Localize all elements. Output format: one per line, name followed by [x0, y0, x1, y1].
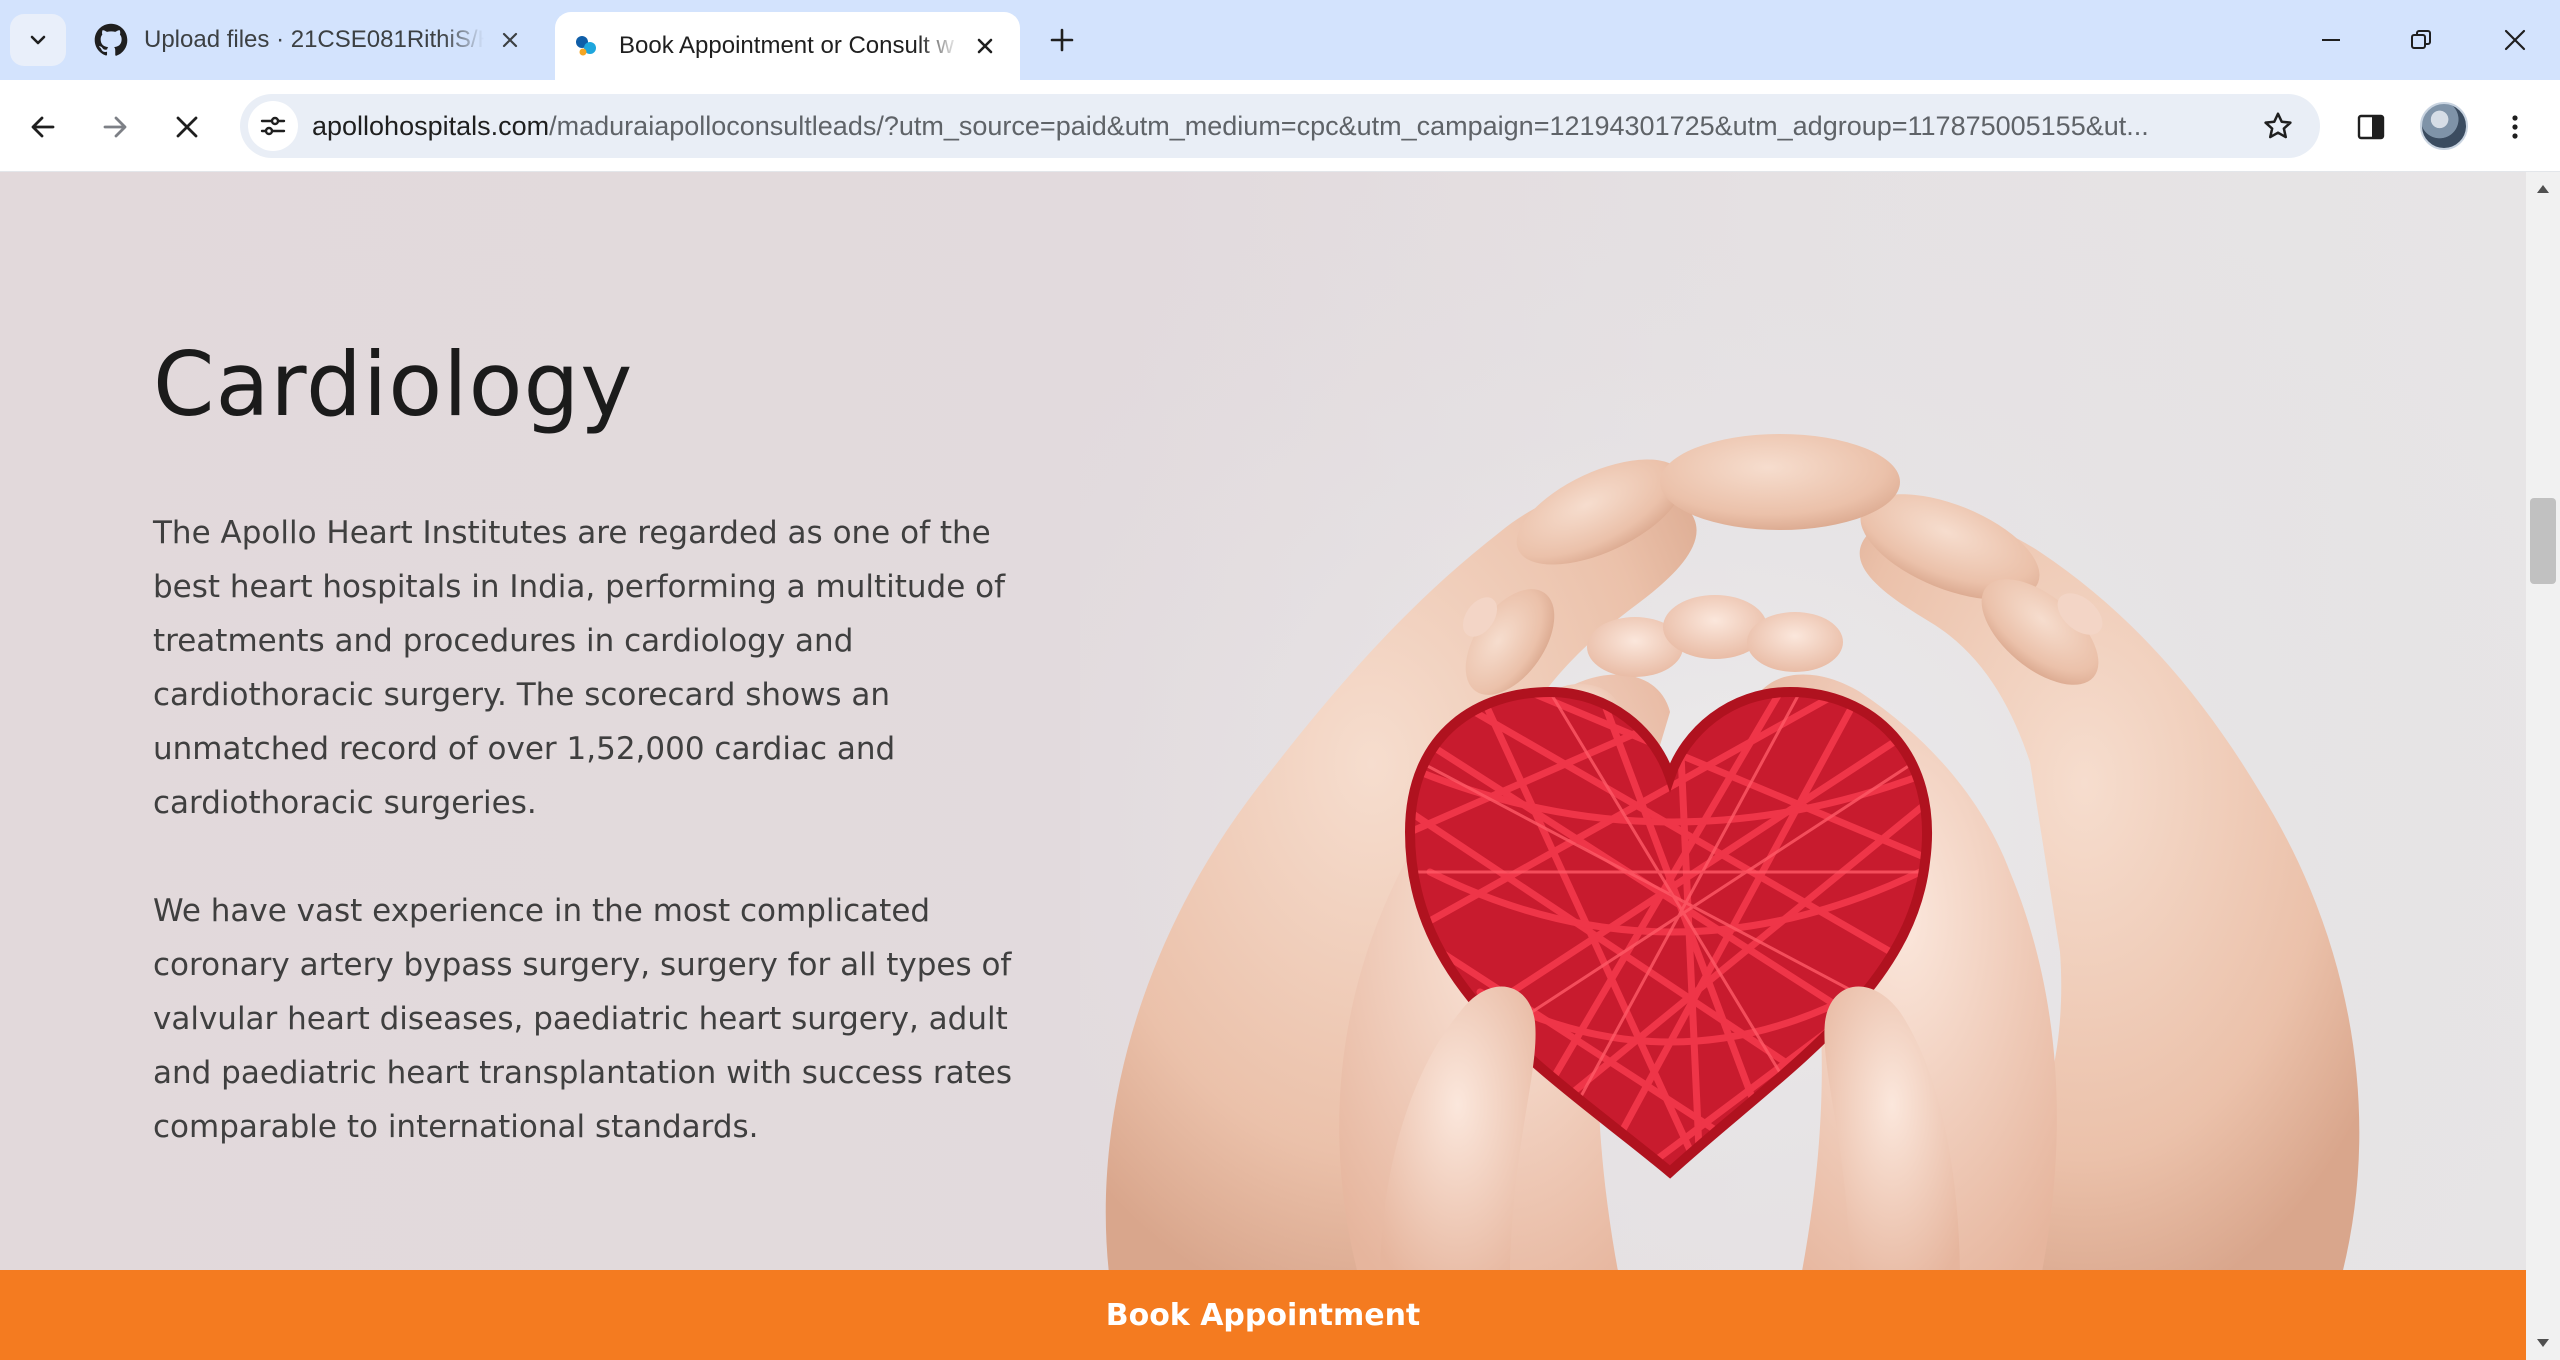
github-icon: [94, 23, 128, 57]
page-scrollbar[interactable]: [2526, 172, 2560, 1360]
arrow-left-icon: [31, 116, 55, 138]
close-window-button[interactable]: [2470, 0, 2560, 80]
bookmark-button[interactable]: [2254, 102, 2302, 150]
tab-search-button[interactable]: [10, 14, 66, 66]
url-host: apollohospitals.com: [312, 110, 550, 141]
triangle-down-icon: [2537, 1339, 2549, 1347]
tab-strip: Upload files · 21CSE081RithiS/H Book App…: [0, 0, 2560, 80]
address-bar[interactable]: apollohospitals.com/maduraiapolloconsult…: [240, 94, 2320, 158]
restore-icon: [2411, 30, 2431, 49]
intro-paragraph: The Apollo Heart Institutes are regarded…: [153, 514, 1006, 821]
minimize-button[interactable]: [2286, 0, 2376, 80]
new-tab-button[interactable]: [1040, 18, 1084, 62]
stop-loading-button[interactable]: [162, 102, 212, 152]
close-tab-icon[interactable]: [492, 22, 528, 58]
scrollbar-thumb[interactable]: [2530, 498, 2556, 584]
close-icon: [2504, 29, 2526, 51]
side-panel-button[interactable]: [2346, 102, 2396, 152]
browser-toolbar: apollohospitals.com/maduraiapolloconsult…: [0, 80, 2560, 172]
section-title: Cardiology: [153, 333, 634, 436]
page-viewport: Cardiology The Apollo Heart Institutes a…: [0, 172, 2526, 1360]
apollo-icon: [569, 29, 603, 63]
side-panel-icon: [2357, 114, 2385, 140]
tab-title: Upload files · 21CSE081RithiS/H: [144, 26, 484, 53]
scroll-up-arrow[interactable]: [2526, 172, 2560, 206]
tune-icon: [260, 116, 286, 136]
tab-github-upload[interactable]: Upload files · 21CSE081RithiS/H: [80, 0, 548, 80]
close-tab-icon[interactable]: [967, 28, 1003, 64]
restore-button[interactable]: [2376, 0, 2466, 80]
profile-avatar[interactable]: [2420, 102, 2468, 150]
triangle-up-icon: [2537, 185, 2549, 193]
experience-paragraph: We have vast experience in the most comp…: [153, 892, 1012, 1145]
minimize-icon: [2322, 39, 2340, 41]
chevron-down-icon: [30, 35, 46, 45]
back-button[interactable]: [18, 102, 68, 152]
tab-title: Book Appointment or Consult w: [619, 32, 954, 59]
cardiology-section: Cardiology The Apollo Heart Institutes a…: [153, 333, 1053, 1154]
kebab-menu-icon: [2512, 115, 2518, 139]
url-path: /maduraiapolloconsultleads/?utm_source=p…: [549, 110, 2149, 141]
star-icon: [2264, 112, 2292, 139]
url-text[interactable]: apollohospitals.com/maduraiapolloconsult…: [312, 111, 2242, 142]
arrow-right-icon: [103, 116, 127, 138]
browser-menu-button[interactable]: [2490, 102, 2540, 152]
plus-icon: [1050, 28, 1074, 52]
scroll-down-arrow[interactable]: [2526, 1326, 2560, 1360]
close-icon: [176, 116, 198, 138]
site-info-button[interactable]: [248, 101, 298, 151]
book-appointment-button[interactable]: Book Appointment: [0, 1270, 2526, 1360]
book-appointment-label: Book Appointment: [1105, 1297, 1421, 1333]
forward-button[interactable]: [90, 102, 140, 152]
tab-book-appointment[interactable]: Book Appointment or Consult w: [555, 12, 1020, 80]
hands-holding-heart-image: [1080, 172, 2526, 1360]
